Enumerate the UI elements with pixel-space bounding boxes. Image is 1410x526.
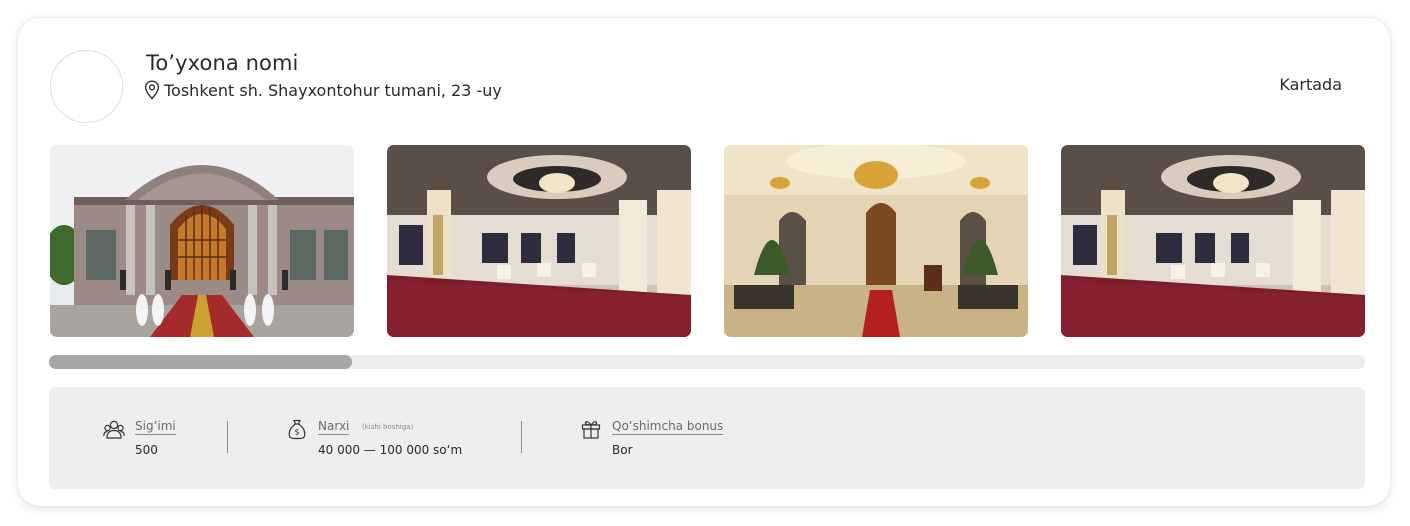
- price-value: 40 000 — 100 000 so‘m: [318, 443, 463, 457]
- location-pin-icon: [144, 80, 160, 100]
- gallery-photo-hall-interior[interactable]: [1061, 145, 1365, 337]
- gallery-photo-hall-interior[interactable]: [387, 145, 691, 337]
- venue-address: Toshkent sh. Shayxontohur tumani, 23 -uy: [144, 80, 502, 100]
- stat-divider: [521, 421, 522, 453]
- gift-icon: [581, 421, 601, 439]
- map-link[interactable]: Kartada: [1279, 75, 1342, 94]
- svg-text:$: $: [294, 428, 299, 437]
- gallery-photo-hall-entrance[interactable]: [724, 145, 1028, 337]
- photo-gallery[interactable]: [50, 145, 1365, 337]
- capacity-value: 500: [135, 443, 158, 457]
- stat-divider: [227, 421, 228, 453]
- gallery-scrollbar[interactable]: [49, 355, 1365, 369]
- bonus-label: Qo‘shimcha bonus: [612, 419, 724, 435]
- people-icon: [103, 420, 125, 439]
- address-text: Toshkent sh. Shayxontohur tumani, 23 -uy: [164, 80, 502, 100]
- avatar: [50, 50, 123, 123]
- venue-title: To’yxona nomi: [146, 51, 299, 75]
- venue-stats-panel: Sig’imi 500 $ Narxi (kishi boshiga) 40 0…: [49, 387, 1365, 489]
- bonus-value: Bor: [612, 443, 633, 457]
- scrollbar-thumb[interactable]: [49, 355, 352, 369]
- price-label: Narxi: [318, 419, 350, 435]
- price-note: (kishi boshiga): [362, 423, 414, 431]
- capacity-label: Sig’imi: [135, 419, 176, 435]
- venue-card: To’yxona nomi Toshkent sh. Shayxontohur …: [18, 18, 1390, 506]
- money-bag-icon: $: [288, 419, 306, 440]
- gallery-photo-exterior[interactable]: [50, 145, 354, 337]
